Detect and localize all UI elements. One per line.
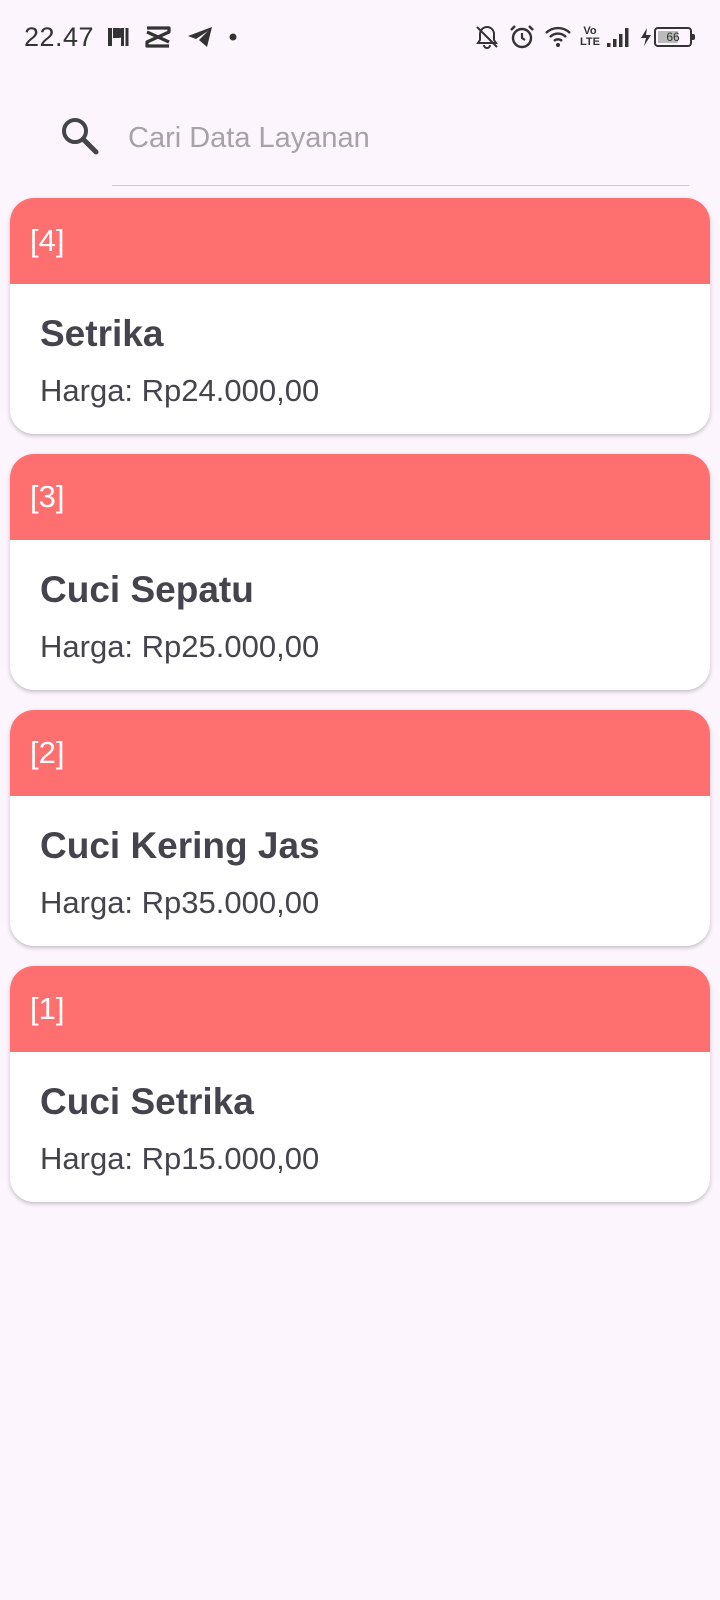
alarm-icon [508,23,536,51]
service-id: [2] [10,710,710,796]
volte-bottom: LTE [580,36,600,48]
service-card[interactable]: [2] Cuci Kering Jas Harga: Rp35.000,00 [10,710,710,946]
paytren-icon [106,25,130,49]
service-price: Harga: Rp15.000,00 [40,1141,320,1176]
battery-level: 66 [666,30,680,44]
card-body: Cuci Sepatu Harga: Rp25.000,00 [10,540,710,666]
service-name: Setrika [40,313,164,354]
status-bar-right: Vo LTE 66 [474,20,695,54]
search-bar [0,100,720,186]
charging-icon [640,27,652,47]
service-card[interactable]: [1] Cuci Setrika Harga: Rp15.000,00 [10,966,710,1202]
service-id: [1] [10,966,710,1052]
volte-indicator: Vo LTE [580,26,600,48]
telegram-icon [186,25,214,49]
service-price: Harga: Rp25.000,00 [40,629,320,664]
card-body: Cuci Setrika Harga: Rp15.000,00 [10,1052,710,1178]
service-name: Cuci Sepatu [40,569,254,610]
service-price: Harga: Rp35.000,00 [40,885,320,920]
dot-icon [228,32,238,42]
search-input[interactable] [112,110,672,166]
bell-off-icon [474,24,500,50]
service-name: Cuci Kering Jas [40,825,320,866]
search-icon[interactable] [60,116,100,156]
capcut-icon [144,25,172,49]
service-card[interactable]: [3] Cuci Sepatu Harga: Rp25.000,00 [10,454,710,690]
wifi-icon [544,25,572,49]
service-card[interactable]: [4] Setrika Harga: Rp24.000,00 [10,198,710,434]
service-name: Cuci Setrika [40,1081,254,1122]
card-body: Setrika Harga: Rp24.000,00 [10,284,710,410]
battery-icon: 66 [654,27,695,47]
card-body: Cuci Kering Jas Harga: Rp35.000,00 [10,796,710,922]
service-id: [4] [10,198,710,284]
status-bar: 22.47 Vo LTE 66 [0,0,720,72]
service-id: [3] [10,454,710,540]
service-price: Harga: Rp24.000,00 [40,373,320,408]
signal-icon [606,26,632,48]
status-bar-left: 22.47 [24,20,252,54]
service-list: [4] Setrika Harga: Rp24.000,00 [3] Cuci … [10,198,710,1222]
status-time: 22.47 [24,21,95,52]
search-underline [112,185,689,186]
